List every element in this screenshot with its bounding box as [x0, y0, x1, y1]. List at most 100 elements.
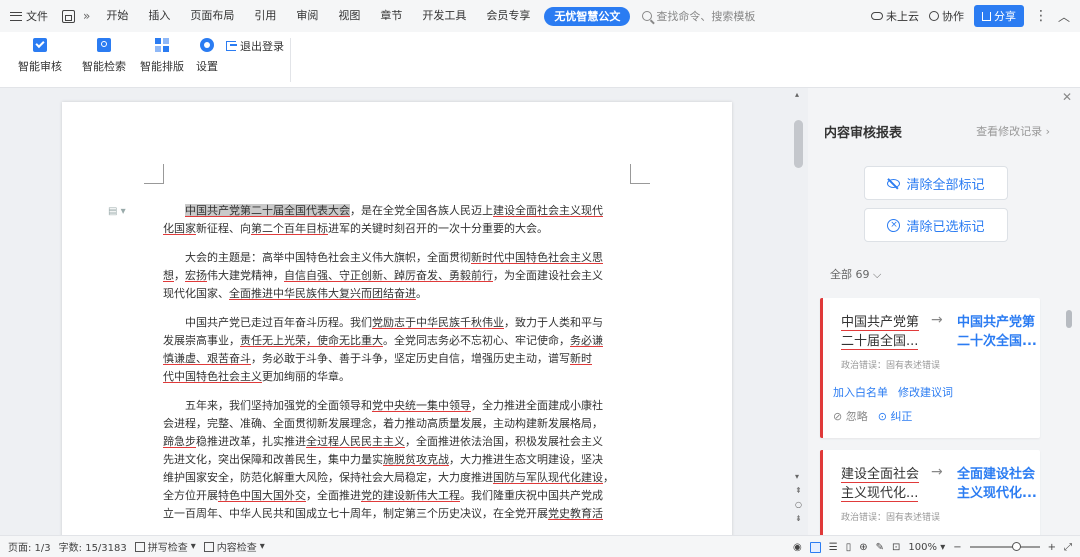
panel-title: 内容审核报表 — [824, 126, 903, 141]
fullscreen-icon[interactable]: ⤢ — [1064, 542, 1072, 553]
zoom-out-icon[interactable]: − — [953, 542, 961, 553]
flagged-phrase[interactable]: 代中国特色社会主义 — [163, 370, 262, 383]
zoom-slider[interactable] — [969, 542, 1040, 551]
clear-all-marks-button[interactable]: 清除全部标记 — [864, 166, 1008, 200]
ignore-button[interactable]: ⊘ 忽略 — [833, 408, 868, 424]
review-check-icon — [33, 38, 47, 52]
smart-search-button[interactable]: 智能检索 — [82, 38, 126, 74]
save-icon[interactable] — [62, 9, 75, 23]
text-run: ，致力于人类和平与 — [504, 316, 603, 329]
tab-chapter[interactable]: 章节 — [370, 0, 412, 32]
flagged-phrase[interactable]: 党史教育活 — [548, 507, 603, 520]
fit-window-icon[interactable]: ⊡ — [892, 542, 900, 553]
file-menu-button[interactable]: 文件 — [0, 8, 56, 24]
tab-page-layout[interactable]: 页面布局 — [180, 0, 244, 32]
share-button[interactable]: 分享 — [973, 5, 1024, 27]
tab-wuyou-official-doc[interactable]: 无忧智慧公文 — [544, 6, 631, 26]
smart-layout-button[interactable]: 智能排版 — [140, 38, 184, 74]
flagged-phrase[interactable]: 自信自强、守正创新、踔厉奋发、勇毅前行 — [284, 269, 493, 282]
suggested-text[interactable]: 全面建设社会主义现代化... — [957, 465, 1041, 503]
web-view-icon[interactable]: ⊕ — [859, 542, 867, 553]
tab-review[interactable]: 审阅 — [286, 0, 328, 32]
flagged-phrase[interactable]: 全过程人民民主主义 — [306, 435, 405, 448]
close-icon[interactable]: ✕ — [1062, 90, 1072, 104]
tab-start[interactable]: 开始 — [96, 0, 138, 32]
flagged-phrase[interactable]: 第二个百年目标 — [251, 222, 328, 235]
zoom-slider-knob[interactable] — [1011, 542, 1021, 551]
content-check-button[interactable]: 内容检查 ▾ — [203, 539, 265, 554]
page-view-icon[interactable] — [809, 541, 821, 553]
flagged-phrase[interactable]: 党励志于中华民族千秋伟业 — [372, 316, 504, 329]
flagged-phrase[interactable]: 国防与军队现代化建设 — [493, 471, 603, 484]
flagged-phrase[interactable]: 蹄急步 — [163, 435, 196, 448]
pen-icon[interactable]: ✎ — [876, 542, 884, 553]
tab-developer[interactable]: 开发工具 — [412, 0, 476, 32]
tab-member[interactable]: 会员专享 — [476, 0, 540, 32]
flagged-phrase[interactable]: 建设全面社会主义现代 — [493, 204, 603, 217]
flagged-phrase[interactable]: 务必谦 — [570, 334, 603, 347]
clear-selected-marks-button[interactable]: × 清除已选标记 — [864, 208, 1008, 242]
flagged-phrase[interactable]: 慎谦虚、艰苦奋斗 — [163, 352, 251, 365]
panel-scrollbar-thumb[interactable] — [1066, 310, 1072, 328]
flagged-phrase[interactable]: 党的建设新伟大工程 — [361, 489, 460, 502]
paragraph-menu-icon[interactable]: ▤ ▾ — [108, 206, 126, 217]
text-run: 大会的主题是：高举中国特色社会主义伟大旗帜，全面贯彻 — [185, 251, 471, 264]
flagged-phrase[interactable]: 想 — [163, 269, 174, 282]
settings-button[interactable]: 设置 — [196, 38, 218, 74]
scroll-down-icon[interactable]: ▾ — [795, 472, 799, 481]
text-run: 维护国家安全，防范化解重大风险，保持社会大局稳定，大力度推进 — [163, 471, 493, 484]
document-body[interactable]: 中国共产党第二十届全国代表大会，是在全党全国各族人民迈上建设全面社会主义现代 化国… — [163, 202, 631, 534]
smart-review-button[interactable]: 智能审核 — [18, 38, 62, 74]
text-run: 会进程，完整、准确、全面贯彻新发展理念，着力推动高质量发展，主动构建新发展格局， — [163, 417, 603, 430]
collapse-ribbon-icon[interactable]: ︿ — [1058, 8, 1070, 25]
view-history-link[interactable]: 查看修改记录 › — [976, 123, 1050, 139]
issue-filter-dropdown[interactable]: 全部 69 ⌵ — [830, 266, 881, 282]
zoom-level[interactable]: 100% ▾ — [908, 542, 945, 553]
scrollbar-thumb[interactable] — [794, 120, 803, 168]
flagged-phrase[interactable]: 新时代中国特色社会主义思 — [471, 251, 603, 264]
flagged-phrase[interactable]: 党中央统一集中领导 — [372, 399, 471, 412]
more-options-icon[interactable]: ⋮ — [1034, 8, 1048, 24]
cloud-status-button[interactable]: 未上云 — [870, 8, 919, 24]
prev-page-icon[interactable]: ⇞ — [795, 486, 802, 495]
outline-view-icon[interactable]: ☰ — [829, 542, 838, 553]
flagged-phrase[interactable]: 化国家 — [163, 222, 196, 235]
flagged-phrase[interactable]: 宏扬 — [185, 269, 207, 282]
flagged-phrase[interactable]: 新时 — [570, 352, 592, 365]
flagged-phrase[interactable]: 全面推进中华民族伟大复兴而团结奋进 — [229, 287, 416, 300]
spell-check-button[interactable]: 拼写检查 ▾ — [134, 539, 196, 554]
tab-insert[interactable]: 插入 — [138, 0, 180, 32]
document-page[interactable]: ▤ ▾ 中国共产党第二十届全国代表大会，是在全党全国各族人民迈上建设全面社会主义… — [62, 102, 732, 535]
content-review-panel: ✕ 内容审核报表 查看修改记录 › 清除全部标记 × 清除已选标记 全部 69 … — [808, 88, 1080, 550]
page-indicator[interactable]: 页面: 1/3 — [8, 539, 51, 554]
text-run: 更加绚丽的华章。 — [262, 370, 350, 383]
view-history-label: 查看修改记录 — [976, 125, 1043, 138]
eye-protection-icon[interactable]: ◉ — [793, 542, 802, 553]
correct-button[interactable]: ⊙ 纠正 — [878, 408, 913, 424]
logout-button[interactable]: 退出登录 — [226, 38, 284, 54]
command-search[interactable]: 查找命令、搜索模板 — [642, 8, 755, 24]
text-run: ， — [174, 269, 185, 282]
tab-references[interactable]: 引用 — [244, 0, 286, 32]
word-count[interactable]: 字数: 15/3183 — [59, 539, 127, 554]
add-whitelist-link[interactable]: 加入白名单 — [833, 384, 888, 400]
zoom-in-icon[interactable]: + — [1048, 542, 1056, 553]
issue-card[interactable]: 中国共产党第二十届全国... → 中国共产党第二十次全国... 政治错误：固有表… — [820, 298, 1040, 438]
suggested-text[interactable]: 中国共产党第二十次全国... — [957, 313, 1041, 351]
browse-object-icon[interactable]: ○ — [795, 500, 802, 509]
smart-review-label: 智能审核 — [18, 60, 62, 73]
text-run: 全方位开展 — [163, 489, 218, 502]
flagged-phrase[interactable]: 特色中国大国外交 — [218, 489, 306, 502]
reading-view-icon[interactable]: ▯ — [846, 542, 852, 553]
paragraph: 中国共产党已走过百年奋斗历程。我们党励志于中华民族千秋伟业，致力于人类和平与 发展… — [163, 314, 631, 386]
more-chevron-icon[interactable]: » — [81, 9, 96, 23]
flagged-phrase[interactable]: 施脱贫攻克战 — [383, 453, 449, 466]
modify-suggestion-link[interactable]: 修改建议词 — [898, 384, 953, 400]
flagged-phrase[interactable]: 责任无上光荣，使命无比重大 — [240, 334, 383, 347]
collaborate-button[interactable]: 协作 — [928, 8, 964, 24]
tab-view[interactable]: 视图 — [328, 0, 370, 32]
flagged-phrase[interactable]: 中国共产党第二十届全国代表大会 — [185, 204, 350, 217]
next-page-icon[interactable]: ⇟ — [795, 514, 802, 523]
scroll-up-icon[interactable]: ▴ — [795, 90, 799, 99]
document-scrollbar[interactable]: ▴ ▾ ⇞ ○ ⇟ — [790, 88, 808, 535]
